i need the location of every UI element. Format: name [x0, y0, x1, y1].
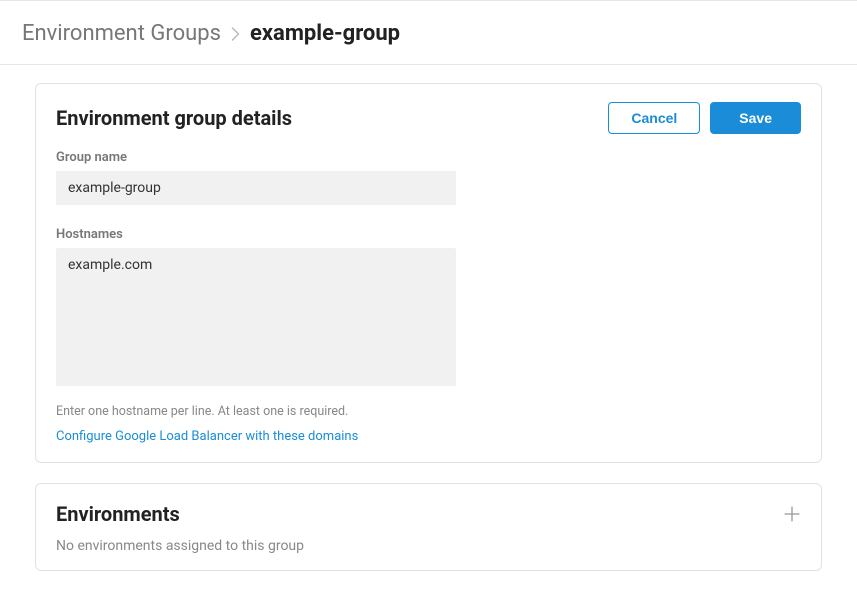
details-card: Environment group details Cancel Save Gr… [35, 83, 822, 463]
hostnames-helper-text: Enter one hostname per line. At least on… [56, 404, 801, 419]
group-name-input[interactable] [56, 171, 456, 205]
group-name-label: Group name [56, 150, 801, 165]
chevron-right-icon [231, 27, 240, 41]
cancel-button[interactable]: Cancel [608, 102, 700, 134]
save-button[interactable]: Save [710, 102, 801, 134]
hostnames-input[interactable]: example.com [56, 248, 456, 386]
environments-card: Environments No environments assigned to… [35, 483, 822, 571]
configure-load-balancer-link[interactable]: Configure Google Load Balancer with thes… [56, 429, 358, 444]
environments-empty-text: No environments assigned to this group [36, 538, 821, 570]
hostnames-label: Hostnames [56, 227, 801, 242]
breadcrumb-current: example-group [250, 21, 400, 46]
environments-title: Environments [56, 502, 180, 526]
breadcrumb: Environment Groups example-group [0, 0, 857, 65]
breadcrumb-root[interactable]: Environment Groups [22, 21, 221, 46]
details-title: Environment group details [56, 106, 292, 130]
plus-icon[interactable] [783, 505, 801, 523]
